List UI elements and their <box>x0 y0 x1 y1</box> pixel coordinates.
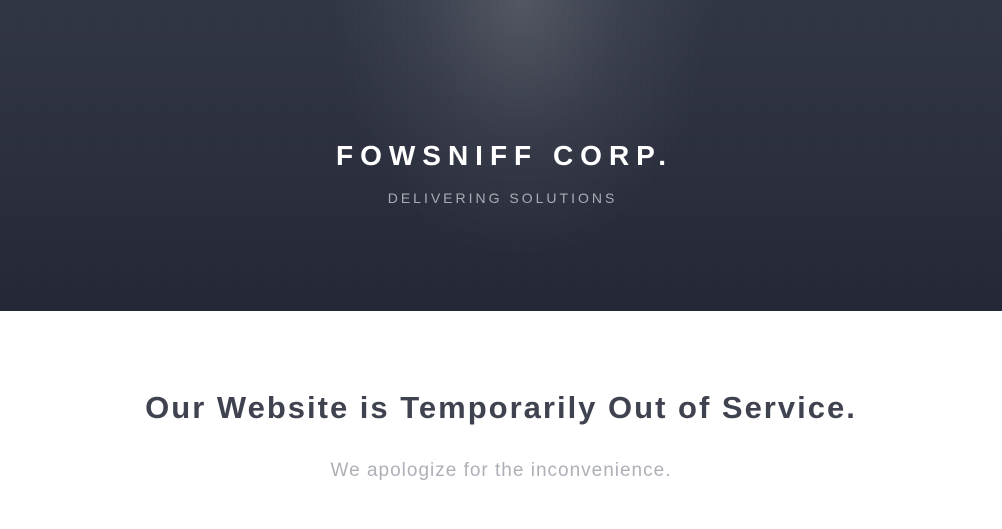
company-tagline: DELIVERING SOLUTIONS <box>387 190 618 206</box>
main-content: Our Website is Temporarily Out of Servic… <box>0 311 1002 529</box>
apology-message: We apologize for the inconvenience. <box>330 460 672 481</box>
service-status-heading: Our Website is Temporarily Out of Servic… <box>145 390 857 425</box>
hero-banner: FOWSNIFF CORP. DELIVERING SOLUTIONS <box>0 0 1002 311</box>
company-title: FOWSNIFF CORP. <box>335 140 674 171</box>
